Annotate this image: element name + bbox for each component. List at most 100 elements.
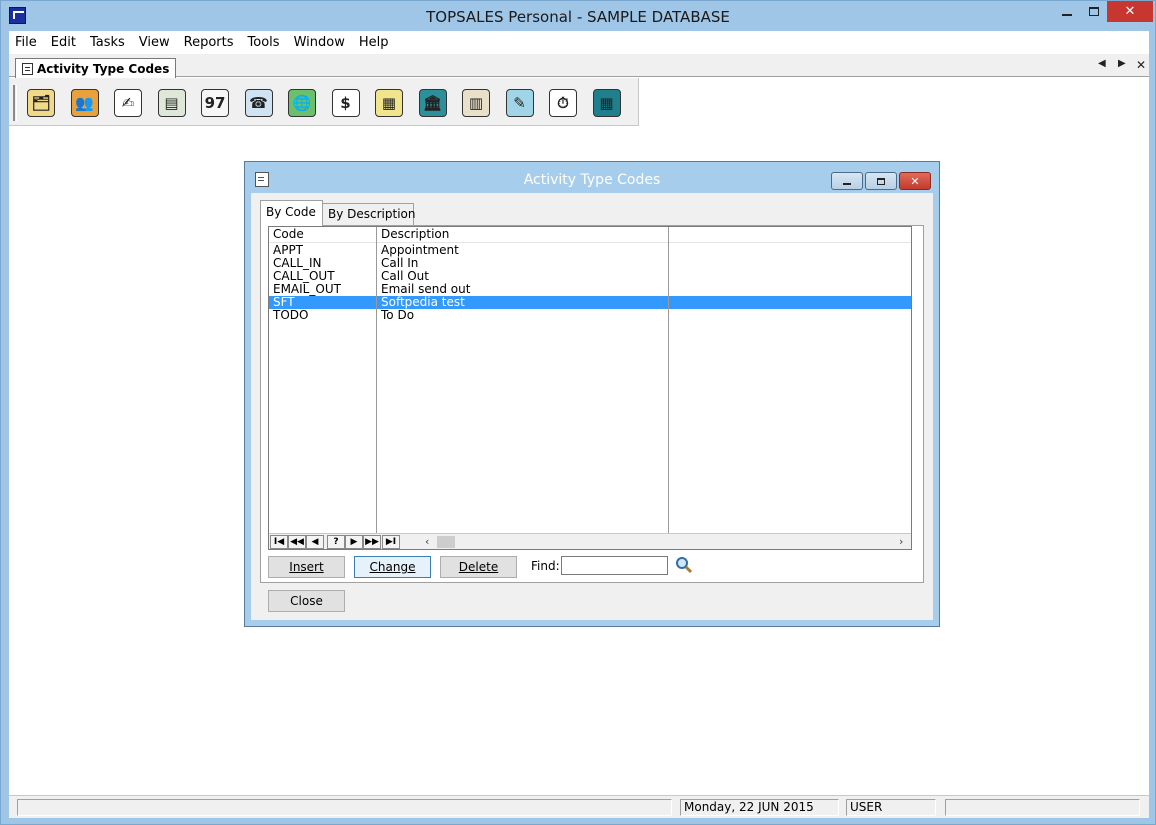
codes-grid[interactable]: Code Description APPT Appointment CALL_IN C…: [268, 226, 912, 550]
toolbar-grip[interactable]: [13, 85, 17, 121]
tab-by-description[interactable]: By Description: [322, 203, 416, 226]
cell-code: TODO: [273, 308, 309, 322]
close-icon: ✕: [910, 174, 920, 188]
status-bar: Monday, 22 JUN 2015 USER: [9, 795, 1149, 818]
delete-label: Delete: [458, 560, 499, 574]
calendar-97-button[interactable]: 97: [197, 86, 233, 120]
grid-header: Code Description: [269, 227, 911, 243]
change-label: Change: [369, 560, 416, 574]
horizontal-scrollbar-thumb[interactable]: [437, 536, 455, 548]
tab-label: Activity Type Codes: [37, 61, 170, 76]
close-dialog-button[interactable]: Close: [268, 590, 345, 612]
lookup-button[interactable]: ?: [327, 535, 345, 549]
close-button[interactable]: ✕: [1107, 1, 1153, 22]
menu-view[interactable]: View: [132, 35, 177, 50]
menu-file[interactable]: File: [9, 35, 44, 50]
table-row[interactable]: CALL_IN Call In: [269, 257, 911, 270]
menu-help[interactable]: Help: [352, 35, 396, 50]
delete-button[interactable]: Delete: [440, 556, 517, 578]
close-label: Close: [290, 594, 323, 608]
forms-button[interactable]: ▤: [154, 86, 190, 120]
client-area: File Edit Tasks View Reports Tools Windo…: [9, 31, 1149, 818]
table-row[interactable]: TODO To Do: [269, 309, 911, 322]
last-record-button[interactable]: ▶I: [382, 535, 400, 549]
calculator-button[interactable]: ▦: [589, 86, 625, 120]
people-icon: 👥: [70, 89, 99, 117]
contacts-folder-button[interactable]: 🗂: [23, 86, 59, 120]
scroll-right-icon[interactable]: ›: [899, 535, 903, 548]
tab-scroll-left-icon[interactable]: ◀: [1098, 58, 1106, 69]
tab-scroll-right-icon[interactable]: ▶: [1118, 58, 1126, 69]
sign-document-icon: ✍: [114, 89, 142, 117]
first-record-button[interactable]: I◀: [270, 535, 288, 549]
dialog-minimize-button[interactable]: [831, 172, 863, 190]
forms-icon: ▤: [157, 89, 186, 117]
maximize-icon: [1088, 7, 1099, 16]
tab-activity-type-codes[interactable]: Activity Type Codes: [15, 58, 177, 78]
table-row[interactable]: SFT Softpedia test: [269, 296, 911, 309]
dollar-document-button[interactable]: $: [328, 86, 364, 120]
sign-document-button[interactable]: ✍: [110, 86, 146, 120]
minimize-icon: [843, 182, 851, 185]
column-header-description[interactable]: Description: [381, 228, 449, 241]
desk-lamp-button[interactable]: ✎: [502, 86, 538, 120]
column-divider: [376, 227, 377, 533]
dialog-close-button[interactable]: ✕: [899, 172, 931, 190]
telephone-icon: ☎: [244, 89, 273, 117]
dialog-title-bar[interactable]: Activity Type Codes ✕: [245, 162, 939, 192]
telephone-button[interactable]: ☎: [241, 86, 277, 120]
globe-computer-button[interactable]: 🌐: [284, 86, 320, 120]
status-user: USER: [846, 799, 936, 816]
window-title: TOPSALES Personal - SAMPLE DATABASE: [426, 8, 730, 26]
maximize-icon: [877, 177, 885, 185]
cash-register-button[interactable]: ▦: [371, 86, 407, 120]
column-divider: [668, 227, 669, 533]
table-row[interactable]: APPT Appointment: [269, 244, 911, 257]
change-button[interactable]: Change: [354, 556, 431, 578]
minimize-button[interactable]: [1053, 1, 1080, 22]
toolbar: 🗂 👥 ✍ ▤ 97 ☎ 🌐 $ ▦ 🏛 ▥ ✎ ⏱ ▦: [9, 78, 639, 126]
scroll-left-icon[interactable]: ‹: [425, 535, 429, 548]
insert-button[interactable]: Insert: [268, 556, 345, 578]
contacts-folder-icon: 🗂: [27, 89, 55, 117]
calendar-97-icon: 97: [201, 89, 229, 117]
find-input[interactable]: [561, 556, 668, 575]
table-row[interactable]: EMAIL_OUT Email send out: [269, 283, 911, 296]
stopwatch-button[interactable]: ⏱: [545, 86, 581, 120]
menu-edit[interactable]: Edit: [44, 35, 83, 50]
globe-computer-icon: 🌐: [288, 89, 316, 117]
menu-tasks[interactable]: Tasks: [83, 35, 132, 50]
title-bar[interactable]: TOPSALES Personal - SAMPLE DATABASE ✕: [1, 1, 1155, 31]
status-date: Monday, 22 JUN 2015: [680, 799, 839, 816]
menu-reports[interactable]: Reports: [177, 35, 241, 50]
menu-bar: File Edit Tasks View Reports Tools Windo…: [9, 31, 1149, 53]
document-tab-strip: Activity Type Codes ◀ ▶ ✕: [9, 54, 1149, 78]
insert-label: Insert: [289, 560, 324, 574]
tab-close-icon[interactable]: ✕: [1136, 58, 1146, 72]
dialog-body: By Code By Description Code Description …: [251, 193, 933, 620]
next-record-button[interactable]: ▶: [345, 535, 363, 549]
people-button[interactable]: 👥: [67, 86, 103, 120]
tab-by-code[interactable]: By Code: [260, 200, 323, 226]
next-page-button[interactable]: ▶▶: [363, 535, 381, 549]
tab-panel: Code Description APPT Appointment CALL_IN C…: [260, 225, 924, 583]
cash-register-icon: ▦: [375, 89, 403, 117]
bank-button[interactable]: 🏛: [415, 86, 451, 120]
menu-window[interactable]: Window: [287, 35, 352, 50]
table-row[interactable]: CALL_OUT Call Out: [269, 270, 911, 283]
column-header-code[interactable]: Code: [273, 228, 304, 241]
menu-tools[interactable]: Tools: [241, 35, 287, 50]
previous-record-button[interactable]: ◀: [306, 535, 324, 549]
maximize-button[interactable]: [1080, 1, 1107, 22]
minimize-icon: [1061, 13, 1072, 16]
search-icon[interactable]: [675, 556, 693, 574]
dialog-maximize-button[interactable]: [865, 172, 897, 190]
status-message-pane: [17, 799, 672, 816]
shop-display-icon: ▥: [462, 89, 490, 117]
previous-page-button[interactable]: ◀◀: [288, 535, 306, 549]
find-label: Find:: [531, 559, 560, 573]
shop-display-button[interactable]: ▥: [458, 86, 494, 120]
bank-icon: 🏛: [418, 89, 447, 117]
dollar-document-icon: $: [331, 89, 360, 117]
activity-type-codes-dialog: Activity Type Codes ✕ By Code By Descrip…: [244, 161, 940, 627]
